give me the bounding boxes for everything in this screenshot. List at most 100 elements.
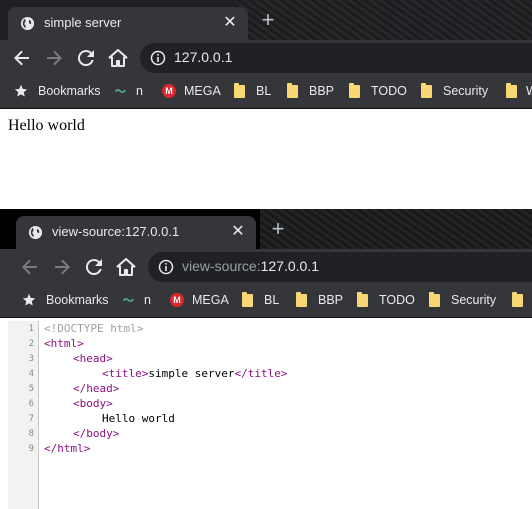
tab-simple-server[interactable]: simple server ✕: [8, 7, 248, 40]
tab-view-source[interactable]: view-source:127.0.0.1 ✕: [16, 216, 256, 249]
link-icon: [114, 89, 127, 93]
line-number: 8: [28, 429, 34, 439]
forward-button[interactable]: [42, 46, 66, 70]
tab-strip-background: [260, 209, 532, 249]
bookmark-label: Bookmarks: [46, 293, 109, 307]
source-line-doctype: <!DOCTYPE html>: [44, 322, 144, 335]
source-viewer: 1 2 3 4 5 6 7 8 9 <!DOCTYPE html> <html>…: [8, 321, 532, 509]
globe-icon: [28, 225, 43, 240]
address-bar[interactable]: view-source:127.0.0.1: [148, 252, 532, 282]
toolbar: view-source:127.0.0.1: [0, 249, 532, 285]
bookmark-label: W: [526, 84, 532, 98]
page-content: Hello world: [0, 109, 532, 209]
source-line-html-close: </html>: [44, 442, 91, 455]
line-number: 1: [28, 324, 34, 334]
bookmark-label: BBP: [318, 293, 344, 307]
star-icon: [22, 293, 36, 306]
line-number: 3: [28, 354, 34, 364]
mega-icon: M: [162, 84, 176, 98]
line-number-gutter: 1 2 3 4 5 6 7 8 9: [8, 321, 39, 509]
back-button[interactable]: [10, 46, 34, 70]
mega-icon: M: [170, 293, 184, 307]
home-icon: [116, 258, 136, 276]
tab-close-icon[interactable]: ✕: [222, 15, 238, 31]
tab-title: view-source:127.0.0.1: [52, 224, 180, 239]
line-number: 9: [28, 444, 34, 454]
line-number: 7: [28, 414, 34, 424]
bookmark-label: TODO: [371, 84, 407, 98]
tab-strip: simple server ✕ +: [0, 0, 532, 40]
bookmark-label: n: [136, 84, 143, 98]
bookmark-label: MEGA: [192, 293, 229, 307]
bookmarks-bar: Bookmarks n M MEGA BL BBP TODO Security: [0, 76, 532, 109]
new-tab-button[interactable]: +: [256, 9, 280, 33]
star-icon: [14, 84, 28, 97]
reload-button[interactable]: [74, 46, 98, 70]
tab-strip: view-source:127.0.0.1 ✕ +: [0, 209, 532, 249]
folder-icon: [512, 292, 523, 307]
back-button[interactable]: [18, 255, 42, 279]
line-number: 5: [28, 384, 34, 394]
globe-icon: [20, 16, 35, 31]
arrow-right-icon: [47, 50, 62, 66]
source-line-body-text: Hello world: [102, 412, 175, 425]
tab-strip-background: [236, 0, 532, 40]
browser-window-main: simple server ✕ + 127.0.0.1 Bookmarks n: [0, 0, 532, 109]
folder-icon: [287, 83, 298, 98]
bookmark-label: Security: [451, 293, 497, 307]
url-host: 127.0.0.1: [260, 258, 319, 274]
source-line-title: <title>simple server</title>: [102, 367, 287, 380]
folder-icon: [429, 292, 440, 307]
bookmark-label: TODO: [379, 293, 415, 307]
folder-icon: [506, 83, 517, 98]
address-url[interactable]: 127.0.0.1: [174, 49, 232, 65]
folder-icon: [234, 83, 245, 98]
folder-icon: [242, 292, 253, 307]
browser-window-view-source: view-source:127.0.0.1 ✕ + view-source:12…: [0, 209, 532, 318]
line-number: 2: [28, 339, 34, 349]
tab-close-icon[interactable]: ✕: [230, 224, 246, 240]
tab-title: simple server: [44, 15, 122, 30]
source-line-body-open: <body>: [73, 397, 113, 410]
new-tab-button[interactable]: +: [266, 218, 290, 242]
bookmark-label: MEGA: [184, 84, 221, 98]
source-line-head-open: <head>: [73, 352, 113, 365]
source-line-body-close: </body>: [73, 427, 120, 440]
page-text: Hello world: [8, 117, 85, 134]
source-line-html-open: <html>: [44, 337, 84, 350]
source-line-head-close: </head>: [73, 382, 120, 395]
bookmarks-bar: Bookmarks n M MEGA BL BBP TODO Security: [0, 285, 532, 318]
reload-icon: [85, 259, 102, 276]
toolbar: 127.0.0.1: [0, 40, 532, 76]
url-scheme: view-source:: [182, 258, 261, 274]
line-number: 4: [28, 369, 34, 379]
address-url[interactable]: view-source:127.0.0.1: [182, 258, 319, 274]
bookmark-label: BL: [264, 293, 280, 307]
title-open-tag: <title>: [102, 367, 149, 380]
home-button[interactable]: [106, 46, 130, 70]
bookmark-label: BBP: [309, 84, 335, 98]
folder-icon: [349, 83, 360, 98]
address-bar[interactable]: 127.0.0.1: [140, 43, 532, 73]
reload-button[interactable]: [82, 255, 106, 279]
line-number: 6: [28, 399, 34, 409]
folder-icon: [357, 292, 368, 307]
arrow-left-icon: [22, 259, 37, 275]
info-icon[interactable]: [150, 50, 166, 66]
bookmark-label: n: [144, 293, 151, 307]
info-icon[interactable]: [158, 259, 174, 275]
reload-icon: [77, 50, 94, 67]
title-text: simple server: [148, 367, 235, 380]
link-icon: [122, 298, 135, 302]
folder-icon: [296, 292, 307, 307]
arrow-right-icon: [55, 259, 70, 275]
bookmark-label: BL: [256, 84, 272, 98]
home-icon: [108, 49, 128, 67]
home-button[interactable]: [114, 255, 138, 279]
arrow-left-icon: [14, 50, 29, 66]
folder-icon: [421, 83, 432, 98]
bookmark-label: Security: [443, 84, 489, 98]
bookmark-label: Bookmarks: [38, 84, 101, 98]
title-close-tag: </title>: [234, 367, 288, 380]
forward-button[interactable]: [50, 255, 74, 279]
